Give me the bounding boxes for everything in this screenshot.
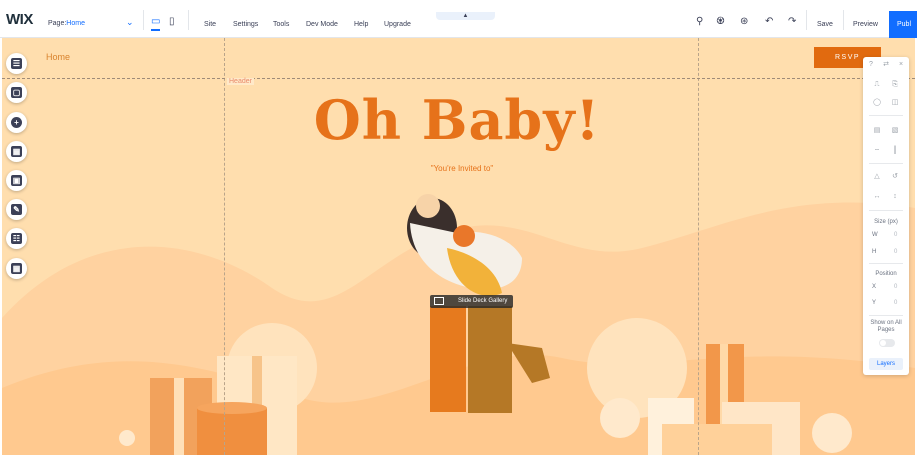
events-icon[interactable]: ☷ [6,228,27,249]
menu-upgrade[interactable]: Upgrade [384,21,411,28]
toolbar-divider [188,10,189,30]
page-value: Home [66,20,85,27]
toolbar-divider [143,10,144,30]
page-subtitle[interactable]: "You're Invited to" [382,164,542,173]
editor-canvas[interactable]: Header Home RSVP Oh Baby! "You're Invite… [2,38,915,455]
x-label: X [872,284,877,290]
close-icon[interactable]: × [897,61,905,69]
inspector-panel: ? ⇄ × ⎍ ⎘ ◯ ◫ ▤ ▧ ╌ ║ △ ↺ ↔ ↕ Size (px) … [863,57,909,375]
size-label: Size (px) [874,219,898,225]
page-label: Page: [48,20,67,27]
gallery-label-text: Slide Deck Gallery [458,298,508,304]
menu-settings[interactable]: Settings [233,21,258,28]
page-selector[interactable]: Page:Home [48,20,85,27]
header-tag[interactable]: Header [227,78,254,85]
width-input[interactable]: 0 [894,232,897,238]
panel-divider [869,210,903,211]
show-on-all-pages-label: Show on All Pages [870,320,902,333]
undo-icon[interactable]: ↶ [765,16,773,27]
zoom-out-icon[interactable]: ⊛ [740,16,748,27]
app-market-icon[interactable]: ▦ [6,141,27,162]
y-label: Y [872,300,877,306]
mobile-view-icon[interactable]: ▯ [169,16,175,27]
menu-site[interactable]: Site [204,21,216,28]
paste-icon[interactable]: ⎘ [891,81,899,89]
header-guide [2,78,915,79]
accessibility-icon[interactable]: ♼ [716,16,725,27]
stretch-horizontal-icon[interactable]: ↔ [873,193,881,201]
publish-button[interactable]: Publ [889,11,917,38]
position-label: Position [875,271,897,277]
width-label: W [872,232,878,238]
group-icon[interactable]: ▧ [891,127,899,135]
media-icon[interactable]: ▣ [6,170,27,191]
layers-button[interactable]: Layers [869,358,903,370]
redo-icon[interactable]: ↷ [788,16,796,27]
panel-divider [869,263,903,264]
slide-deck-gallery-badge[interactable]: Slide Deck Gallery [430,295,513,308]
arrange-icon[interactable]: ▤ [873,127,881,135]
delete-icon[interactable]: ◫ [891,99,899,107]
height-input[interactable]: 0 [894,249,897,255]
desktop-view-icon[interactable]: ▭ [151,16,161,31]
align-icon[interactable]: ╌ [873,147,881,155]
toolbar-divider [806,10,807,30]
panel-divider [869,315,903,316]
x-input[interactable]: 0 [894,284,897,290]
page-title[interactable]: Oh Baby! [202,88,712,152]
panel-divider [869,115,903,116]
height-label: H [872,249,877,255]
editor-topbar: WIX Page:Home ⌄ ▭ ▯ Site Settings Tools … [0,0,917,38]
help-icon[interactable]: ? [867,61,875,69]
collapse-toolbar-handle[interactable]: ▲ [436,12,495,20]
match-size-icon[interactable]: △ [873,173,881,181]
menu-help[interactable]: Help [354,21,368,28]
copy-icon[interactable]: ⎍ [873,81,881,89]
search-icon[interactable]: ⚲ [696,16,703,27]
business-icon[interactable]: ▦ [6,258,27,279]
panel-divider [869,163,903,164]
stretch-vertical-icon[interactable]: ↕ [891,193,899,201]
duplicate-icon[interactable]: ◯ [873,99,881,107]
toolbar-divider [843,10,844,30]
distribute-icon[interactable]: ║ [891,147,899,155]
preview-button[interactable]: Preview [853,21,878,28]
show-on-all-pages-toggle[interactable] [879,339,895,347]
add-elements-icon[interactable]: ▢ [6,82,27,103]
rotate-icon[interactable]: ↺ [891,173,899,181]
y-input[interactable]: 0 [894,300,897,306]
chevron-down-icon[interactable]: ⌄ [126,17,134,28]
nav-home-link[interactable]: Home [46,52,70,62]
save-button[interactable]: Save [817,21,833,28]
add-apps-icon[interactable]: + [6,112,27,133]
blog-icon[interactable]: ✎ [6,199,27,220]
menu-tools[interactable]: Tools [273,21,289,28]
menu-dev-mode[interactable]: Dev Mode [306,21,338,28]
gallery-icon [434,297,444,305]
wix-logo[interactable]: WIX [6,11,33,28]
collapse-panel-icon[interactable]: ⇄ [882,61,890,69]
pages-icon[interactable]: ☰ [6,53,27,74]
